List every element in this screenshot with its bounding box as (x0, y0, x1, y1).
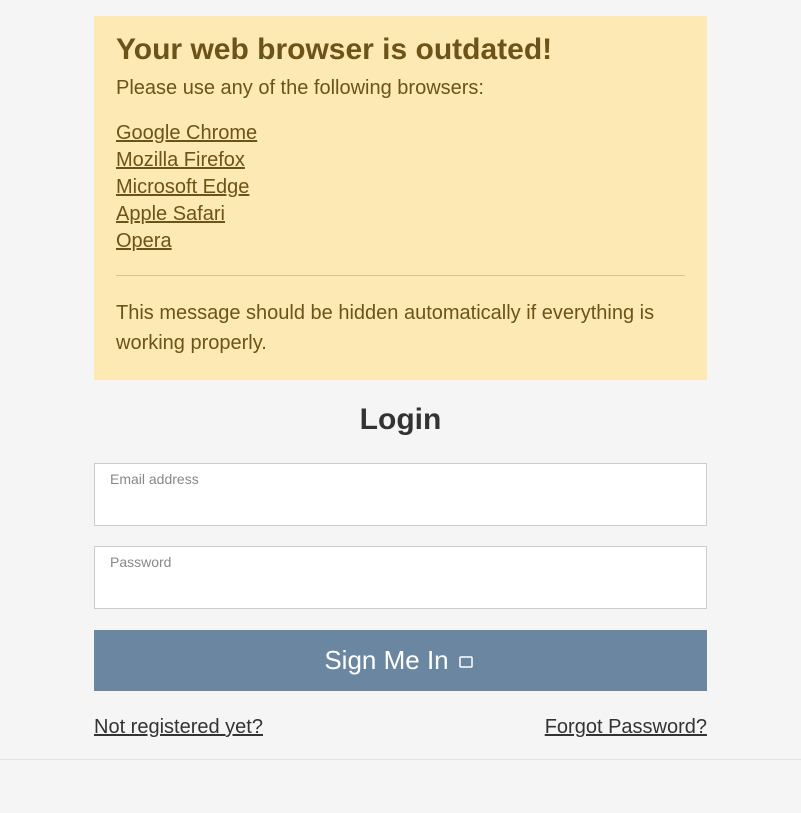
sign-in-button-label: Sign Me In (324, 645, 448, 676)
register-link[interactable]: Not registered yet? (94, 716, 263, 739)
browser-link-firefox[interactable]: Mozilla Firefox (116, 149, 245, 171)
page-title: Login (94, 403, 707, 437)
alert-divider (116, 275, 685, 276)
alert-subtitle: Please use any of the following browsers… (116, 77, 685, 100)
alert-footer-text: This message should be hidden automatica… (116, 298, 685, 358)
email-field[interactable] (94, 463, 707, 526)
login-form: Email address Password Sign Me In (94, 463, 707, 691)
browser-outdated-alert: Your web browser is outdated! Please use… (94, 16, 707, 380)
alert-title: Your web browser is outdated! (116, 33, 685, 67)
page-border (0, 759, 801, 760)
browser-link-edge[interactable]: Microsoft Edge (116, 176, 249, 198)
browser-link-opera[interactable]: Opera (116, 230, 172, 252)
email-field-group: Email address (94, 463, 707, 526)
password-field-group: Password (94, 546, 707, 609)
browser-list: Google Chrome Mozilla Firefox Microsoft … (116, 122, 685, 253)
bottom-links: Not registered yet? Forgot Password? (94, 716, 707, 739)
sign-in-button[interactable]: Sign Me In (94, 630, 707, 691)
arrow-right-icon (459, 645, 477, 676)
password-field[interactable] (94, 546, 707, 609)
browser-link-chrome[interactable]: Google Chrome (116, 122, 257, 144)
browser-link-safari[interactable]: Apple Safari (116, 203, 225, 225)
forgot-password-link[interactable]: Forgot Password? (545, 716, 707, 739)
